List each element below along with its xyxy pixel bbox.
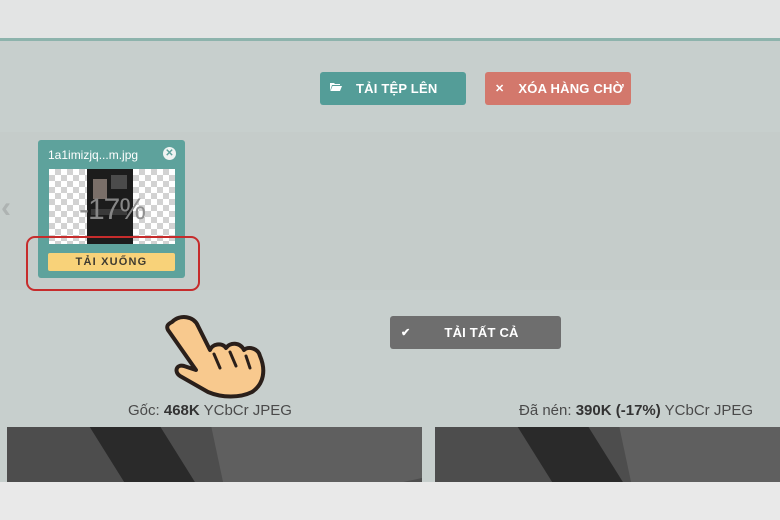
original-preview-image <box>7 427 422 482</box>
compression-percent: -17% <box>78 193 146 226</box>
clear-queue-button[interactable]: ✕ XÓA HÀNG CHỜ <box>485 72 631 105</box>
clear-queue-label: XÓA HÀNG CHỜ <box>518 81 624 96</box>
compressed-preview-image <box>435 427 780 482</box>
compressed-format: YCbCr JPEG <box>664 402 754 419</box>
compressed-size: 390K (-17%) <box>575 402 661 419</box>
compressed-info: Đã nén: 390K (-17%) YCbCr JPEG <box>519 402 753 419</box>
original-info: Gốc: 468K YCbCr JPEG <box>128 402 292 419</box>
upload-files-label: TẢI TỆP LÊN <box>356 81 438 96</box>
compressed-prefix: Đã nén: <box>519 402 572 419</box>
top-bar <box>0 0 780 38</box>
chevron-left-icon[interactable]: ‹ <box>1 193 11 223</box>
highlight-outline <box>26 236 200 291</box>
file-name: 1a1imizjq...m.jpg <box>48 148 139 162</box>
download-all-button[interactable]: ✔ TẢI TẤT CẢ <box>390 316 561 349</box>
file-thumbnail: -17% <box>49 169 175 244</box>
remove-file-icon[interactable]: ✕ <box>163 147 176 160</box>
check-icon: ✔ <box>401 327 411 339</box>
pointing-hand-icon <box>165 315 266 399</box>
close-icon: ✕ <box>495 83 505 95</box>
original-size: 468K <box>163 402 200 419</box>
original-format: YCbCr JPEG <box>203 402 292 419</box>
bottom-bar <box>0 482 780 520</box>
original-prefix: Gốc: <box>128 402 160 419</box>
folder-open-icon <box>330 82 342 95</box>
upload-files-button[interactable]: TẢI TỆP LÊN <box>320 72 466 105</box>
download-all-label: TẢI TẤT CẢ <box>444 325 519 340</box>
